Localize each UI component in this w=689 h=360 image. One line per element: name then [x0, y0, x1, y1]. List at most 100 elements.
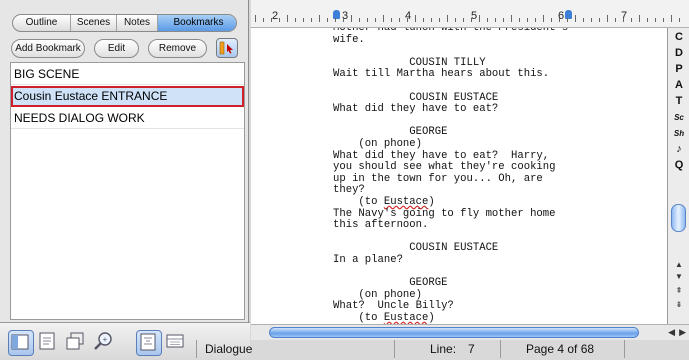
horizontal-scroll-thumb[interactable] — [269, 327, 639, 338]
bookmark-item-selected[interactable]: Cousin Eustace ENTRANCE — [11, 86, 244, 107]
ruler-tick — [263, 18, 264, 22]
ruler-tick — [551, 18, 552, 22]
character-element-button[interactable]: C — [670, 30, 688, 45]
scroll-down-icon[interactable]: ▼ — [672, 272, 686, 281]
misspelled-word[interactable]: Eustace — [384, 312, 429, 324]
scroll-up-icon[interactable]: ▲ — [672, 260, 686, 269]
script-line[interactable]: this afternoon. — [333, 219, 568, 232]
action-element-button[interactable]: A — [670, 78, 688, 93]
script-line[interactable]: In a plane? — [333, 254, 568, 267]
script-line[interactable]: (on phone) — [333, 138, 568, 151]
bookmark-item[interactable]: BIG SCENE — [11, 64, 244, 85]
script-line[interactable]: What did they have to eat? — [333, 104, 568, 116]
status-separator — [196, 340, 197, 358]
current-element-type[interactable]: Dialogue — [205, 338, 252, 360]
status-bar: Dialogue Line: 7 Page 4 of 68 — [196, 338, 689, 360]
zoom-button[interactable]: + — [92, 330, 116, 354]
shot-element-button[interactable]: Sh — [670, 126, 688, 141]
script-line[interactable]: up in the town for you... Oh, are — [333, 173, 568, 186]
svg-text:+: + — [103, 335, 108, 344]
ruler-tick — [455, 18, 456, 22]
stacked-view-button[interactable] — [64, 330, 88, 354]
ruler-tick — [487, 18, 488, 22]
scroll-left-icon[interactable]: ◀ — [668, 327, 675, 338]
page-view-button[interactable] — [36, 330, 60, 354]
ruler-tick — [407, 18, 408, 22]
script-line[interactable]: (to Eustace) — [333, 196, 568, 209]
script-page[interactable]: Mother had lunch with the President's wif… — [251, 28, 667, 324]
status-separator — [394, 340, 395, 358]
ruler-tick — [663, 18, 664, 22]
ruler-tick — [631, 18, 632, 22]
page-down-icon[interactable]: ⇟ — [672, 300, 686, 309]
ruler-number: 7 — [621, 10, 628, 22]
bookmark-item[interactable]: NEEDS DIALOG WORK — [11, 108, 244, 129]
ruler-tick — [543, 15, 544, 22]
parenthetical-element-button[interactable]: P — [670, 62, 688, 77]
index-card-view-button[interactable] — [164, 330, 188, 354]
add-bookmark-button[interactable]: Add Bookmark — [11, 39, 85, 58]
ruler-tick — [367, 18, 368, 22]
dialogue-element-button[interactable]: D — [670, 46, 688, 61]
scroll-right-icon[interactable]: ▶ — [679, 327, 686, 338]
ruler-tick — [511, 15, 512, 22]
palette-scroll-thumb[interactable] — [671, 204, 686, 232]
script-line[interactable] — [333, 81, 568, 93]
tab-notes[interactable]: Notes — [117, 15, 158, 31]
element-palette: C D P A T Sc Sh ♪ Q ▲ ▼ ⇞ ⇟ — [667, 28, 689, 324]
ruler-tick — [623, 18, 624, 22]
ruler-tick — [399, 18, 400, 22]
tab-outline[interactable]: Outline — [13, 15, 71, 31]
script-line[interactable]: GEORGE — [333, 277, 568, 290]
misspelled-word[interactable]: Eustace — [384, 196, 429, 208]
ruler-tick — [567, 18, 568, 22]
ruler-tick — [279, 18, 280, 22]
ruler-tick — [503, 18, 504, 22]
script-view-button[interactable] — [136, 330, 162, 356]
script-line[interactable]: Mother had lunch with the President's — [333, 28, 568, 35]
ruler-tick — [647, 18, 648, 22]
ruler-tick — [303, 18, 304, 22]
ruler-tick — [679, 18, 680, 22]
edit-bookmark-button[interactable]: Edit — [94, 39, 139, 58]
general-element-button[interactable]: Q — [670, 158, 688, 173]
ruler-tick — [359, 18, 360, 22]
ruler-tick — [535, 18, 536, 22]
ruler-number: 2 — [272, 10, 279, 22]
remove-bookmark-button[interactable]: Remove — [148, 39, 207, 58]
script-line[interactable]: wife. — [333, 34, 568, 47]
ruler-tick — [463, 18, 464, 22]
script-line[interactable]: Wait till Martha hears about this. — [333, 69, 568, 81]
ruler-tick — [327, 18, 328, 22]
lyrics-element-button[interactable]: ♪ — [670, 142, 688, 157]
sidebar-panel: Outline Scenes Notes Bookmarks Add Bookm… — [0, 0, 249, 322]
ruler-tick — [287, 15, 288, 22]
page-up-icon[interactable]: ⇞ — [672, 286, 686, 295]
scene-heading-element-button[interactable]: Sc — [670, 110, 688, 125]
script-line[interactable]: (to Eustace) — [333, 312, 568, 324]
ruler-tick — [447, 15, 448, 22]
page-layout-icon — [39, 332, 55, 350]
ruler-tick — [655, 18, 656, 22]
ruler-tick — [423, 18, 424, 22]
script-text[interactable]: Mother had lunch with the President's wif… — [333, 28, 568, 324]
ruler-tick — [375, 18, 376, 22]
ruler-tick — [415, 15, 416, 22]
goto-bookmark-button[interactable] — [216, 38, 238, 58]
ruler-tick — [479, 15, 480, 22]
sidebar-view-button[interactable] — [8, 330, 34, 356]
tab-scenes[interactable]: Scenes — [71, 15, 117, 31]
ruler-tick — [575, 15, 576, 22]
tab-bookmarks[interactable]: Bookmarks — [158, 15, 236, 31]
ruler-tick — [351, 15, 352, 22]
line-label: Line: — [430, 342, 457, 356]
index-card-icon — [166, 334, 184, 348]
ruler-tick — [343, 18, 344, 22]
ruler-tick — [311, 18, 312, 22]
ruler-tick — [391, 18, 392, 22]
ruler-tick — [639, 15, 640, 22]
script-line[interactable]: you should see what they're cooking — [333, 162, 568, 174]
transition-element-button[interactable]: T — [670, 94, 688, 109]
ruler-tick — [519, 18, 520, 22]
magnifier-icon: + — [94, 332, 112, 350]
